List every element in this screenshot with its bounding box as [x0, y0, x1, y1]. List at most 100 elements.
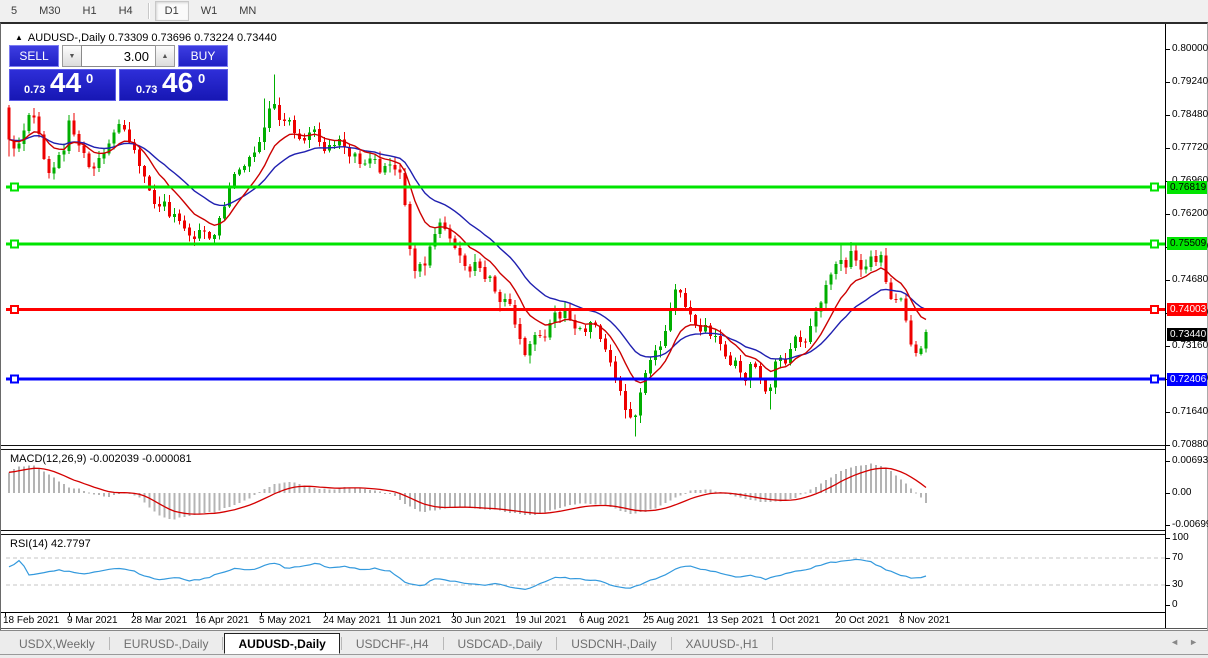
price-tick-label: 0.71640	[1172, 406, 1208, 418]
caret-down-icon: ▼	[69, 53, 76, 60]
macd-tick-mark	[1166, 493, 1170, 494]
tab-separator	[222, 637, 223, 650]
price-tick-label: 0.79240	[1172, 76, 1208, 88]
ohlc-values: 0.73309 0.73696 0.73224 0.73440	[109, 32, 277, 44]
toolbar-separator	[148, 3, 150, 19]
price-tick-label: 0.77720	[1172, 142, 1208, 154]
timeframe-button-5[interactable]: 5	[1, 1, 27, 21]
candles-group	[8, 75, 928, 437]
rsi-tick-label: 0	[1172, 599, 1208, 611]
volume-increase-button[interactable]: ▲	[155, 45, 175, 67]
buy-button[interactable]: BUY	[178, 45, 228, 67]
timeframe-button-m30[interactable]: M30	[29, 1, 70, 21]
rsi-tick-mark	[1166, 558, 1170, 559]
mt4-terminal: 5M30H1H4D1W1MN ▲AUDUSD-,Daily0.73309 0.7…	[0, 0, 1208, 658]
chart-tab-usdcnh-daily[interactable]: USDCNH-,Daily	[558, 633, 669, 654]
rsi-tick-mark	[1166, 538, 1170, 539]
chart-info-bar: ▲AUDUSD-,Daily0.73309 0.73696 0.73224 0.…	[15, 32, 280, 44]
price-tick-label: 0.76200	[1172, 208, 1208, 220]
price-tick-mark	[1166, 214, 1170, 215]
rsi-tick-label: 100	[1172, 532, 1208, 544]
price-tick-mark	[1166, 445, 1170, 446]
buy-price-display[interactable]: 0.73 46 0	[119, 69, 228, 101]
date-tick-label: 6 Aug 2021	[579, 615, 630, 626]
date-tick-label: 13 Sep 2021	[707, 615, 764, 626]
volume-input[interactable]	[81, 45, 156, 67]
sell-price-pips: 44	[50, 69, 81, 99]
date-tick-label: 19 Jul 2021	[515, 615, 567, 626]
level-handle[interactable]	[1151, 184, 1158, 191]
level-handle[interactable]	[1151, 240, 1158, 247]
tab-separator	[556, 637, 557, 650]
window-bottom-edge	[1, 628, 1207, 629]
date-tick-label: 16 Apr 2021	[195, 615, 249, 626]
price-tick-mark	[1166, 82, 1170, 83]
tabs-scroll-right-icon[interactable]: ►	[1189, 637, 1198, 647]
date-tick-label: 25 Aug 2021	[643, 615, 699, 626]
date-tick-label: 28 Mar 2021	[131, 615, 187, 626]
chart-tabs: USDX,WeeklyEURUSD-,DailyAUDUSD-,DailyUSD…	[6, 633, 774, 654]
level-handle[interactable]	[1151, 306, 1158, 313]
level-price-tag: 0.72406	[1167, 373, 1207, 386]
buy-price-prefix: 0.73	[136, 84, 157, 96]
level-price-tag: 0.74003	[1167, 303, 1207, 316]
timeframe-button-w1[interactable]: W1	[191, 1, 228, 21]
chart-tab-usdchf-h4[interactable]: USDCHF-,H4	[343, 633, 442, 654]
price-axis[interactable]: 0.800000.792400.784800.777200.769600.762…	[1166, 24, 1207, 628]
expand-arrow-icon[interactable]: ▲	[15, 33, 23, 42]
sell-button[interactable]: SELL	[9, 45, 59, 67]
macd-tick-mark	[1166, 461, 1170, 462]
volume-decrease-button[interactable]: ▼	[62, 45, 82, 67]
buy-price-point: 0	[198, 71, 205, 86]
caret-up-icon: ▲	[162, 53, 169, 60]
rsi-tick-label: 70	[1172, 552, 1208, 564]
level-handle[interactable]	[1151, 376, 1158, 383]
bid-ask-prices: 0.73 44 0 0.73 46 0	[9, 69, 228, 101]
level-handle[interactable]	[11, 240, 18, 247]
sell-price-display[interactable]: 0.73 44 0	[9, 69, 116, 101]
chart-tab-xauusd-h1[interactable]: XAUUSD-,H1	[673, 633, 772, 654]
chart-tab-bar: USDX,WeeklyEURUSD-,DailyAUDUSD-,DailyUSD…	[0, 630, 1208, 658]
price-tick-mark	[1166, 148, 1170, 149]
macd-tick-label: 0.006936	[1172, 455, 1208, 467]
chart-tab-eurusd-daily[interactable]: EURUSD-,Daily	[111, 633, 222, 654]
current-price-tag: 0.73440	[1167, 328, 1207, 341]
tabs-scroll-left-icon[interactable]: ◄	[1170, 637, 1179, 647]
level-price-tag: 0.75509	[1167, 237, 1207, 250]
date-tick-label: 30 Jun 2021	[451, 615, 506, 626]
timeframe-button-mn[interactable]: MN	[229, 1, 266, 21]
level-handle[interactable]	[11, 306, 18, 313]
time-axis[interactable]: 18 Feb 2021 9 Mar 2021 28 Mar 2021 16 Apr 2…	[1, 613, 1165, 628]
price-tick-label: 0.70880	[1172, 439, 1208, 451]
date-tick-label: 8 Nov 2021	[899, 615, 950, 626]
chart-window: ▲AUDUSD-,Daily0.73309 0.73696 0.73224 0.…	[0, 22, 1208, 630]
date-tick-label: 9 Mar 2021	[67, 615, 118, 626]
macd-indicator-label: MACD(12,26,9) -0.002039 -0.000081	[10, 453, 192, 465]
date-tick-label: 18 Feb 2021	[3, 615, 59, 626]
macd-tick-label: -0.006993	[1172, 519, 1208, 531]
rsi-tick-mark	[1166, 605, 1170, 606]
sell-price-point: 0	[86, 71, 93, 86]
price-tick-mark	[1166, 346, 1170, 347]
one-click-trading-panel: SELL ▼ ▲ BUY 0.73 44 0 0.73 46 0	[9, 45, 228, 101]
price-tick-mark	[1166, 280, 1170, 281]
level-handle[interactable]	[11, 184, 18, 191]
tab-separator	[772, 637, 773, 650]
price-tick-mark	[1166, 49, 1170, 50]
price-tick-label: 0.74680	[1172, 274, 1208, 286]
rsi-pane-canvas[interactable]	[1, 535, 1165, 612]
level-handle[interactable]	[11, 376, 18, 383]
chart-tab-audusd-daily[interactable]: AUDUSD-,Daily	[224, 633, 339, 654]
date-tick-label: 24 May 2021	[323, 615, 381, 626]
tab-separator	[341, 637, 342, 650]
timeframe-button-d1[interactable]: D1	[155, 1, 189, 21]
tab-separator	[671, 637, 672, 650]
timeframe-button-h1[interactable]: H1	[73, 1, 107, 21]
tab-separator	[443, 637, 444, 650]
macd-signal-line	[9, 468, 926, 514]
chart-tab-usdcad-daily[interactable]: USDCAD-,Daily	[445, 633, 556, 654]
price-tick-label: 0.78480	[1172, 109, 1208, 121]
date-tick-label: 11 Jun 2021	[387, 615, 441, 626]
chart-tab-usdx-weekly[interactable]: USDX,Weekly	[6, 633, 108, 654]
timeframe-button-h4[interactable]: H4	[109, 1, 143, 21]
